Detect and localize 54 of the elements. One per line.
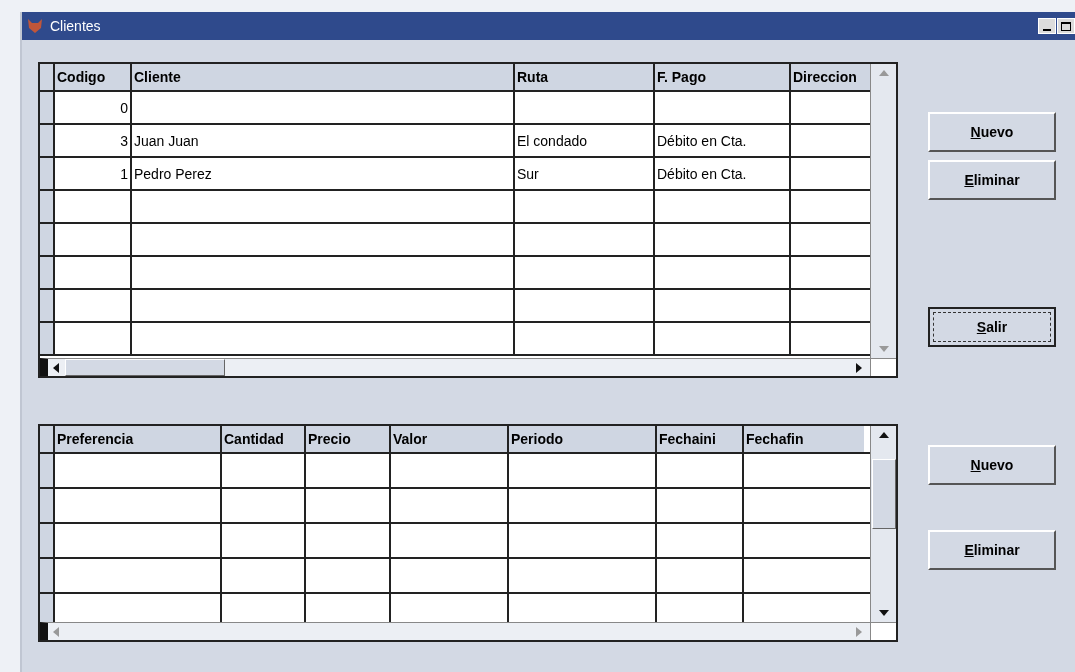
eliminar-button[interactable]: Eliminar [928,530,1056,570]
row-selector[interactable] [40,290,55,321]
column-header[interactable]: Ruta [515,64,655,90]
window-title: Clientes [50,16,101,36]
row-selector[interactable] [40,125,55,156]
scroll-left-icon[interactable] [53,362,59,373]
column-header[interactable]: Periodo [509,426,657,452]
scroll-right-icon[interactable] [856,362,862,373]
row-selector[interactable] [40,524,55,557]
scroll-thumb[interactable] [871,459,896,529]
row-selector[interactable] [40,594,55,622]
table-cell: Débito en Cta. [655,125,791,156]
minimize-button[interactable] [1038,18,1056,34]
table-cell: Pedro Perez [132,158,515,189]
app-icon [26,17,44,35]
scroll-up-icon[interactable] [878,432,889,438]
row-selector[interactable] [40,454,55,487]
vertical-scrollbar[interactable] [870,426,896,622]
preferencias-grid[interactable]: Preferencia Cantidad Precio Valor Periodo Fechaini Fechafin [38,424,898,642]
column-header[interactable]: Precio [306,426,391,452]
column-header[interactable]: Fechaini [657,426,744,452]
row-selector[interactable] [40,323,55,354]
nuevo-button[interactable]: Nuevo [928,112,1056,152]
column-header[interactable]: F. Pago [655,64,791,90]
corner-header[interactable] [40,64,55,90]
salir-button[interactable]: Salir [928,307,1056,347]
table-cell: Débito en Cta. [655,158,791,189]
scroll-thumb[interactable] [65,359,225,376]
table-cell: El condado [515,125,655,156]
column-header[interactable]: Cantidad [222,426,306,452]
column-header[interactable]: Codigo [55,64,132,90]
horizontal-scrollbar[interactable] [40,358,870,376]
column-header[interactable]: Cliente [132,64,515,90]
row-selector[interactable] [40,489,55,522]
table-cell: Juan Juan [132,125,515,156]
column-header[interactable]: Direccion [791,64,870,90]
eliminar-button[interactable]: Eliminar [928,160,1056,200]
maximize-button[interactable] [1057,18,1075,34]
scrollbar-corner [870,358,896,376]
clientes-grid[interactable]: Codigo Cliente Ruta F. Pago Direccion 0 3 Juan Juan El condado Débito en Cta. 1 Pedro Perez Sur Débito en Cta. [38,62,898,378]
row-selector[interactable] [40,158,55,189]
row-selector[interactable] [40,559,55,592]
column-header[interactable]: Preferencia [55,426,222,452]
nuevo-button[interactable]: Nuevo [928,445,1056,485]
row-selector[interactable] [40,92,55,123]
table-cell: Sur [515,158,655,189]
corner-header[interactable] [40,426,55,452]
column-header[interactable]: Fechafin [744,426,864,452]
row-selector[interactable] [40,257,55,288]
row-selector[interactable] [40,224,55,255]
column-header[interactable]: Valor [391,426,509,452]
scrollbar-corner [870,622,896,640]
row-selector[interactable] [40,191,55,222]
scroll-down-icon[interactable] [878,610,889,616]
